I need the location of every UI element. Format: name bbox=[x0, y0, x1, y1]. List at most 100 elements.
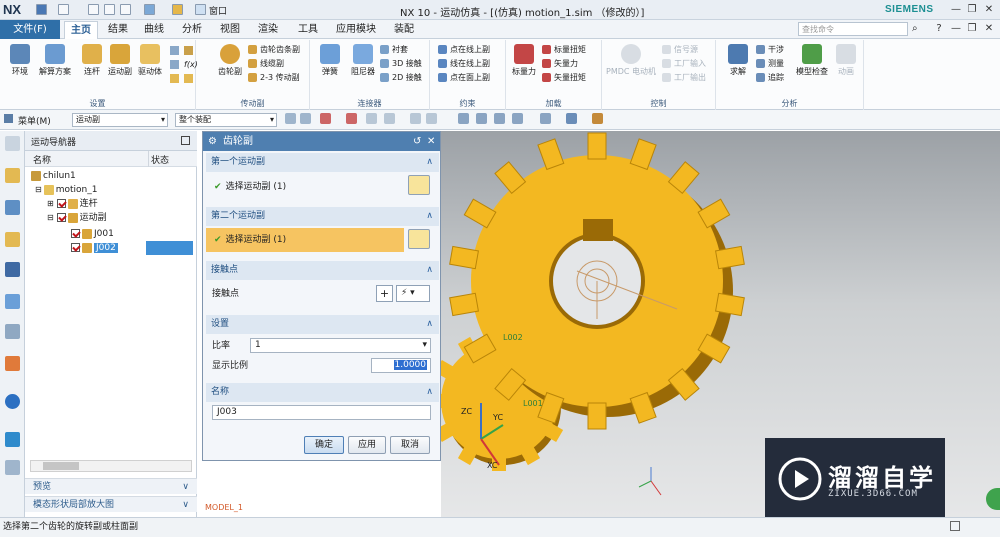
help-icon[interactable]: ? bbox=[933, 23, 945, 35]
first-joint-select-row[interactable]: ✔ 选择运动副 (1) bbox=[206, 174, 439, 200]
copy-icon[interactable] bbox=[104, 4, 115, 15]
paste-icon[interactable] bbox=[120, 4, 131, 15]
touch-mode-icon[interactable] bbox=[172, 4, 183, 15]
window-icon[interactable] bbox=[195, 4, 206, 15]
cable-button[interactable]: 线缆副 bbox=[248, 58, 284, 70]
restore-icon[interactable]: ❐ bbox=[966, 4, 978, 16]
menu-icon[interactable] bbox=[4, 114, 13, 123]
palette-tab-icon[interactable] bbox=[5, 356, 20, 371]
second-joint-select-row[interactable]: ✔ 选择运动副 (1) bbox=[206, 228, 404, 252]
navigator-maximize-icon[interactable] bbox=[181, 136, 190, 145]
sensor-icon[interactable] bbox=[184, 46, 193, 55]
plant-output-button[interactable]: 工厂输出 bbox=[662, 72, 706, 84]
doc-minimize-icon[interactable]: — bbox=[950, 23, 962, 35]
interference-button[interactable]: 干涉 bbox=[756, 44, 784, 56]
motion-navigator-tab-icon[interactable] bbox=[5, 168, 20, 183]
point-dialog-icon[interactable]: + bbox=[376, 285, 393, 302]
menu-button[interactable]: 菜单(M) bbox=[18, 114, 51, 127]
history-tab-icon[interactable] bbox=[5, 324, 20, 339]
window-menu[interactable]: 窗口 bbox=[209, 4, 227, 17]
show-hide-icon[interactable] bbox=[566, 113, 577, 124]
assembly-navigator-tab-icon[interactable] bbox=[5, 200, 20, 215]
tree-node-joints[interactable]: ⊟ 运动副 bbox=[25, 211, 197, 225]
2d-contact-button[interactable]: 2D 接触 bbox=[380, 72, 422, 84]
column-name[interactable]: 名称 bbox=[33, 153, 51, 166]
quick-pick-icon[interactable] bbox=[346, 113, 357, 124]
snap-point-icon[interactable] bbox=[320, 113, 331, 124]
driver-button[interactable]: 驱动体 bbox=[136, 44, 164, 77]
rack-pinion-button[interactable]: 齿轮齿条副 bbox=[248, 44, 300, 56]
scalar-torque-button[interactable]: 标量扭矩 bbox=[542, 44, 586, 56]
point-on-surface-button[interactable]: 点在面上副 bbox=[438, 72, 490, 84]
first-joint-section-header[interactable]: 第一个运动副 ∧ bbox=[206, 153, 439, 172]
orient-view-icon[interactable] bbox=[512, 113, 523, 124]
contact-point-section-header[interactable]: 接触点 ∧ bbox=[206, 261, 439, 280]
pmdc-motor-button[interactable]: PMDC 电动机 bbox=[606, 44, 656, 77]
damper-button[interactable]: 阻尼器 bbox=[346, 44, 380, 77]
tab-render[interactable]: 渲染 bbox=[252, 21, 284, 39]
vector-force-button[interactable]: 矢量力 bbox=[542, 58, 578, 70]
settings-section-header[interactable]: 设置 ∧ bbox=[206, 315, 439, 334]
tree-node-j001[interactable]: J001 bbox=[25, 227, 197, 241]
vector-torque-button[interactable]: 矢量扭矩 bbox=[542, 72, 586, 84]
dialog-close-icon[interactable]: ✕ bbox=[427, 132, 435, 151]
selection-scope-select[interactable]: 整个装配 bbox=[175, 113, 277, 127]
repeat-command-icon[interactable] bbox=[144, 4, 155, 15]
select-all-icon[interactable] bbox=[366, 113, 377, 124]
select-joint-icon[interactable] bbox=[408, 175, 430, 195]
joint-button[interactable]: 运动副 bbox=[106, 44, 134, 77]
plant-input-button[interactable]: 工厂输入 bbox=[662, 58, 706, 70]
link-button[interactable]: 连杆 bbox=[78, 44, 106, 77]
ratio-select[interactable]: 1 ▾ bbox=[250, 338, 431, 353]
tree-node-motion[interactable]: ⊟ motion_1 bbox=[25, 183, 197, 197]
tab-view[interactable]: 视图 bbox=[214, 21, 246, 39]
cut-icon[interactable] bbox=[88, 4, 99, 15]
dialog-title-bar[interactable]: ⚙ 齿轮副 ↺ ✕ bbox=[203, 132, 440, 151]
measure-button[interactable]: 测量 bbox=[756, 58, 784, 70]
clear-icon[interactable] bbox=[410, 113, 421, 124]
tab-curve[interactable]: 曲线 bbox=[138, 21, 170, 39]
solve-button[interactable]: 求解 bbox=[724, 44, 752, 77]
settings-tab-icon[interactable] bbox=[5, 136, 20, 151]
visibility-checkbox[interactable] bbox=[71, 243, 80, 252]
scrollbar-thumb[interactable] bbox=[43, 462, 79, 470]
trace-button[interactable]: 追踪 bbox=[756, 72, 784, 84]
doc-close-icon[interactable]: ✕ bbox=[983, 23, 995, 35]
column-status[interactable]: 状态 bbox=[151, 153, 169, 166]
mass-icon[interactable] bbox=[170, 74, 179, 83]
invert-selection-icon[interactable] bbox=[384, 113, 395, 124]
tab-application[interactable]: 应用模块 bbox=[332, 21, 380, 39]
3d-contact-button[interactable]: 3D 接触 bbox=[380, 58, 422, 70]
zoom-icon[interactable] bbox=[476, 113, 487, 124]
inferred-point-select[interactable]: ⚡ ▾ bbox=[396, 285, 430, 302]
deselect-icon[interactable] bbox=[300, 113, 311, 124]
tab-assembly[interactable]: 装配 bbox=[388, 21, 420, 39]
tab-analysis[interactable]: 分析 bbox=[176, 21, 208, 39]
select-filter-icon[interactable] bbox=[285, 113, 296, 124]
select-joint-icon[interactable] bbox=[408, 229, 430, 249]
status-window-icon[interactable] bbox=[950, 521, 960, 531]
curve-on-curve-button[interactable]: 线在线上副 bbox=[438, 58, 490, 70]
model-check-button[interactable]: 模型检查 bbox=[794, 44, 830, 77]
tree-node-j002[interactable]: J002 bbox=[25, 241, 145, 255]
rotate-icon[interactable] bbox=[494, 113, 505, 124]
name-input[interactable]: J003 bbox=[212, 405, 431, 420]
tab-tools[interactable]: 工具 bbox=[292, 21, 324, 39]
command-search-input[interactable]: 查找命令 bbox=[798, 22, 908, 36]
animation-button[interactable]: 动画 bbox=[832, 44, 860, 77]
cancel-button[interactable]: 取消 bbox=[390, 436, 430, 454]
environment-button[interactable]: 环境 bbox=[6, 44, 34, 77]
tree-node-chilun1[interactable]: chilun1 bbox=[25, 169, 197, 183]
signal-chart-button[interactable]: 信号源 bbox=[662, 44, 698, 56]
close-icon[interactable]: ✕ bbox=[983, 4, 995, 16]
doc-restore-icon[interactable]: ❐ bbox=[966, 23, 978, 35]
visibility-checkbox[interactable] bbox=[56, 213, 66, 222]
2-3-joint-coupler-button[interactable]: 2-3 传动副 bbox=[248, 72, 300, 84]
tab-results[interactable]: 结果 bbox=[102, 21, 134, 39]
spring-icon[interactable] bbox=[184, 74, 193, 83]
reset-icon[interactable]: ↺ bbox=[413, 132, 421, 151]
undo-icon[interactable] bbox=[58, 4, 69, 15]
save-icon[interactable] bbox=[36, 4, 47, 15]
column-divider[interactable] bbox=[148, 151, 149, 167]
web-browser-tab-icon[interactable] bbox=[5, 294, 20, 309]
